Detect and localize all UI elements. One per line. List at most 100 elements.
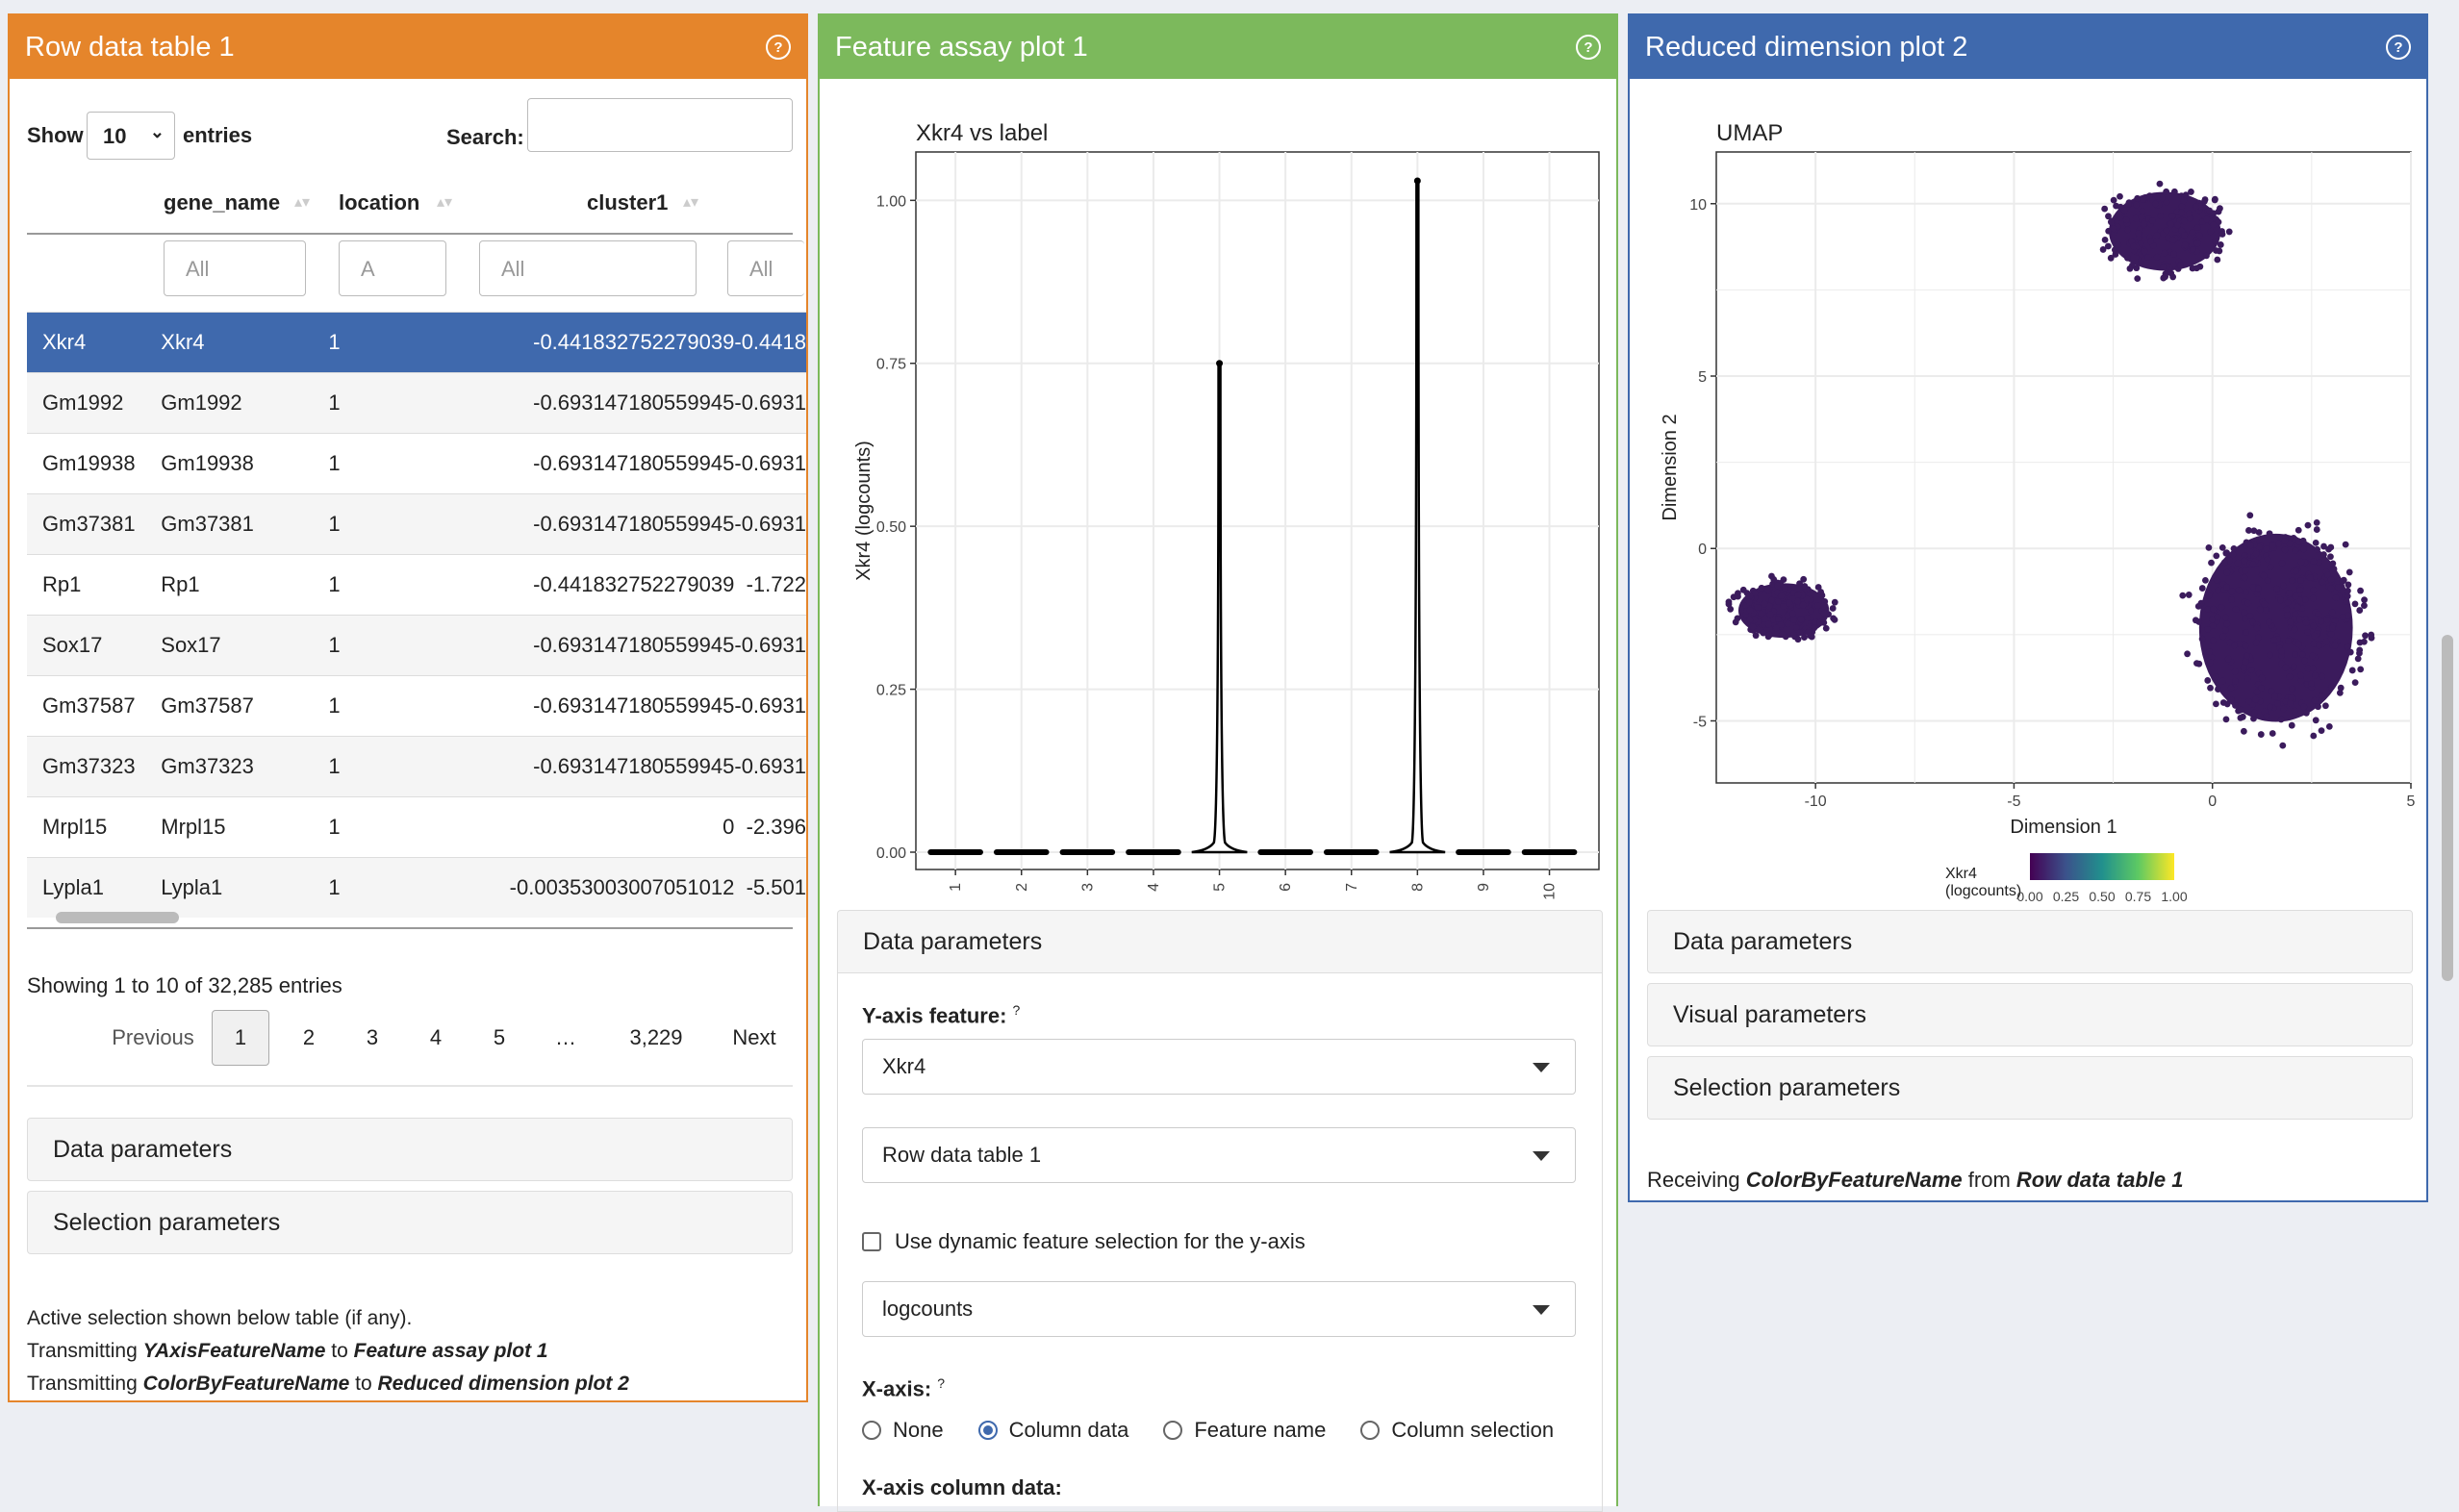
page-4-button[interactable]: 4 bbox=[412, 1010, 460, 1066]
table-row[interactable]: Xkr4 Xkr4 1 -0.441832752279039 -0.4418 bbox=[27, 312, 806, 373]
selection-parameters-accordion[interactable]: Selection parameters bbox=[1647, 1056, 2413, 1120]
help-icon[interactable]: ? bbox=[2386, 35, 2411, 60]
y-feature-select[interactable]: Xkr4 bbox=[862, 1039, 1576, 1095]
radio-none[interactable] bbox=[862, 1421, 881, 1440]
help-icon[interactable]: ? bbox=[937, 1375, 945, 1391]
table-cell-extra: -0.6931 bbox=[734, 433, 806, 494]
table-row[interactable]: Rp1 Rp1 1 -0.441832752279039 -1.722 bbox=[27, 554, 806, 616]
filter-extra[interactable]: All bbox=[727, 240, 804, 296]
umap-point bbox=[1831, 598, 1838, 606]
umap-point bbox=[2292, 592, 2299, 600]
page-2-button[interactable]: 2 bbox=[285, 1010, 333, 1066]
umap-point bbox=[2268, 688, 2275, 695]
dynamic-feature-checkbox-row[interactable]: Use dynamic feature selection for the y-… bbox=[862, 1229, 1306, 1254]
umap-point bbox=[2296, 587, 2304, 594]
umap-point bbox=[2263, 606, 2269, 614]
table-row[interactable]: Gm37381 Gm37381 1 -0.693147180559945 -0.6931 bbox=[27, 493, 806, 555]
table-row[interactable]: Gm19938 Gm19938 1 -0.693147180559945 -0.6931 bbox=[27, 433, 806, 494]
radio-column-data[interactable] bbox=[977, 1421, 998, 1440]
filter-location[interactable]: A bbox=[339, 240, 446, 296]
selection-parameters-accordion[interactable]: Selection parameters bbox=[27, 1191, 793, 1254]
table-cell-gene-name: Sox17 bbox=[161, 615, 329, 676]
table-row[interactable]: Mrpl15 Mrpl15 1 0 -2.396 bbox=[27, 796, 806, 858]
pagination-previous[interactable]: Previous bbox=[102, 1010, 204, 1066]
table-row[interactable]: Sox17 Sox17 1 -0.693147180559945 -0.6931 bbox=[27, 615, 806, 676]
table-cell-extra: -5.501 bbox=[734, 857, 806, 918]
table-row[interactable]: Gm37587 Gm37587 1 -0.693147180559945 -0.6931 bbox=[27, 675, 806, 737]
data-parameters-accordion[interactable]: Data parameters bbox=[27, 1118, 793, 1181]
umap-point bbox=[2232, 702, 2239, 709]
umap-point bbox=[1790, 631, 1797, 639]
entries-select[interactable]: 10 ⌄ bbox=[87, 112, 175, 160]
umap-point bbox=[2327, 553, 2334, 561]
pagination-next[interactable]: Next bbox=[716, 1010, 793, 1066]
data-parameters-accordion[interactable]: Data parameters bbox=[837, 910, 1603, 973]
radio-label: None bbox=[893, 1418, 944, 1442]
page-1-button[interactable]: 1 bbox=[212, 1010, 269, 1066]
radio-feature-name[interactable] bbox=[1163, 1421, 1183, 1440]
umap-point bbox=[2279, 742, 2287, 749]
search-input[interactable] bbox=[527, 98, 793, 152]
horizontal-scrollbar-track[interactable] bbox=[27, 910, 793, 929]
umap-point bbox=[2351, 600, 2359, 608]
umap-point bbox=[2328, 609, 2336, 617]
dynamic-feature-checkbox[interactable] bbox=[862, 1232, 881, 1251]
horizontal-scrollbar-thumb[interactable] bbox=[56, 912, 179, 923]
receiving-info: Receiving ColorByFeatureName from Row da… bbox=[1647, 1168, 2184, 1193]
visual-parameters-accordion[interactable]: Visual parameters bbox=[1647, 983, 2413, 1046]
show-label: Show bbox=[27, 123, 84, 147]
y-tick-label: 0 bbox=[1698, 542, 1707, 558]
umap-point bbox=[2278, 647, 2285, 655]
umap-point bbox=[2126, 265, 2134, 272]
umap-point bbox=[2177, 262, 2184, 269]
umap-point bbox=[2288, 694, 2295, 701]
umap-point bbox=[2243, 629, 2249, 636]
table-cell-cluster1: -0.693147180559945 bbox=[417, 372, 735, 434]
page-5-button[interactable]: 5 bbox=[475, 1010, 523, 1066]
radio-label: Column data bbox=[1008, 1418, 1129, 1442]
umap-point bbox=[2310, 594, 2317, 602]
filter-gene-name[interactable]: All bbox=[164, 240, 306, 296]
umap-point bbox=[2203, 252, 2210, 260]
table-cell-id: Gm37587 bbox=[27, 675, 162, 737]
header-gene-name[interactable]: gene_name bbox=[164, 190, 280, 215]
assay-select[interactable]: logcounts bbox=[862, 1281, 1576, 1337]
umap-point bbox=[2213, 552, 2220, 560]
umap-point bbox=[1800, 575, 1808, 583]
umap-point bbox=[2318, 693, 2325, 699]
panel-title: Row data table 1 bbox=[25, 31, 235, 63]
umap-point bbox=[2293, 567, 2300, 575]
umap-point bbox=[2269, 542, 2276, 549]
umap-point bbox=[2218, 543, 2226, 551]
help-icon[interactable]: ? bbox=[1013, 1002, 1021, 1018]
feature-source-select[interactable]: Row data table 1 bbox=[862, 1127, 1576, 1183]
umap-point bbox=[2104, 242, 2112, 250]
help-icon[interactable]: ? bbox=[766, 35, 791, 60]
table-cell-location: 1 bbox=[328, 493, 418, 555]
umap-point bbox=[2287, 699, 2294, 707]
x-tick-label: 10 bbox=[1542, 883, 1559, 900]
umap-point bbox=[2211, 196, 2218, 204]
radio-column-selection[interactable] bbox=[1360, 1421, 1381, 1440]
data-parameters-accordion[interactable]: Data parameters bbox=[1647, 910, 2413, 973]
table-row[interactable]: Lypla1 Lypla1 1 -0.00353003007051012 -5.501 bbox=[27, 857, 806, 918]
table-cell-id: Xkr4 bbox=[27, 312, 162, 373]
header-cluster1[interactable]: cluster1 bbox=[587, 190, 668, 215]
umap-point bbox=[2107, 218, 2115, 226]
page-last-button[interactable]: 3,229 bbox=[610, 1010, 702, 1066]
page-3-button[interactable]: 3 bbox=[348, 1010, 396, 1066]
umap-point bbox=[2348, 667, 2356, 674]
umap-point bbox=[1789, 610, 1796, 617]
table-row[interactable]: Gm37323 Gm37323 1 -0.693147180559945 -0.6931 bbox=[27, 736, 806, 797]
umap-plot[interactable]: UMAP -10 -5 0 5 10 5 0 -5 Dimension 1 Dimension 2 X… bbox=[1641, 88, 2419, 916]
umap-point bbox=[2342, 541, 2349, 548]
filter-cluster1[interactable]: All bbox=[479, 240, 697, 296]
umap-point bbox=[2169, 236, 2177, 243]
help-icon[interactable]: ? bbox=[1576, 35, 1601, 60]
page-scrollbar[interactable] bbox=[2442, 635, 2453, 981]
table-row[interactable]: Gm1992 Gm1992 1 -0.693147180559945 -0.6931 bbox=[27, 372, 806, 434]
text: X-axis: bbox=[862, 1376, 932, 1401]
header-location[interactable]: location bbox=[339, 190, 419, 215]
umap-point bbox=[2101, 237, 2109, 243]
violin-plot[interactable]: Xkr4 vs label 0.00 0.25 0.50 0.75 1.00 1 2 3 4 5 6 7… bbox=[831, 88, 1609, 916]
